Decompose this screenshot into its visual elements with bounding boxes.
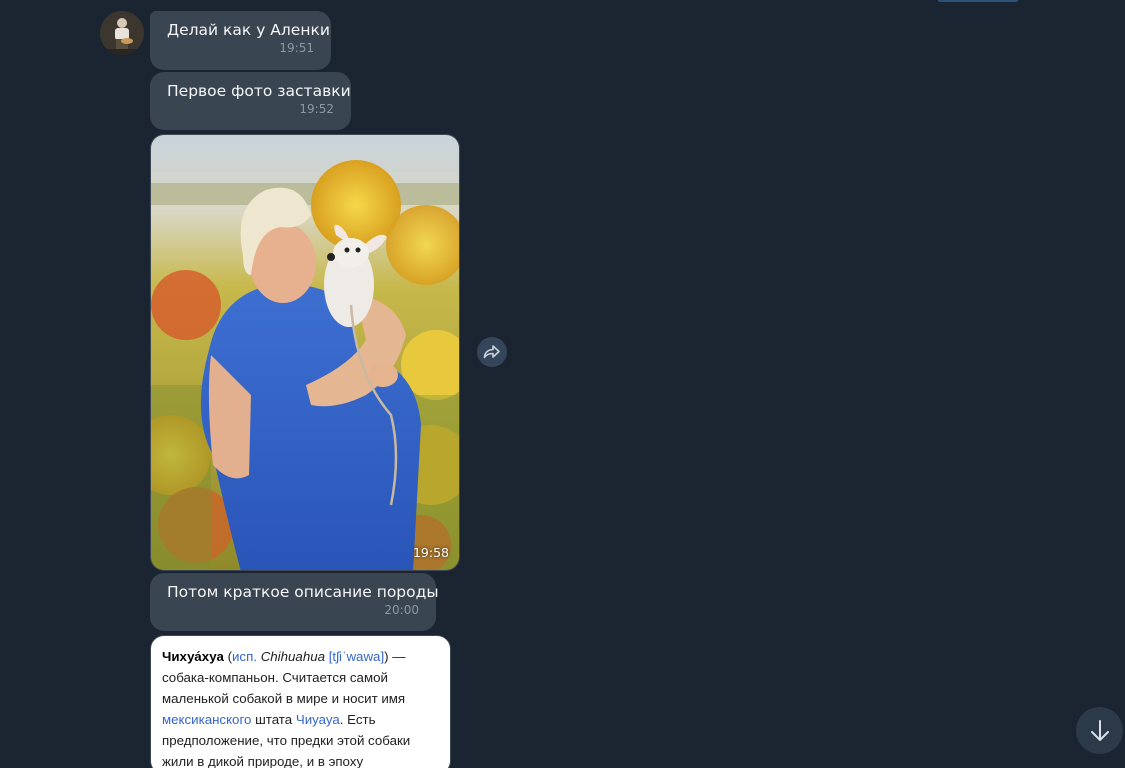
- message-time: 20:00: [384, 603, 419, 617]
- wiki-paren-close: ) —: [384, 649, 406, 664]
- wiki-text: штата: [251, 712, 296, 727]
- wiki-link-chihuahua-state: Чиуауа: [295, 712, 340, 727]
- top-message-edge: [938, 0, 1018, 2]
- wiki-text: собака-компаньон. Считается самой малень…: [162, 670, 406, 706]
- share-arrow-icon: [483, 345, 500, 359]
- message-text: Потом краткое описание породы: [167, 583, 439, 601]
- wiki-term: Чихуа́хуа: [162, 649, 224, 664]
- message-text: Делай как у Аленки: [167, 21, 330, 39]
- wiki-link-mexican: мексиканского: [162, 712, 252, 727]
- message-text: Первое фото заставки: [167, 82, 351, 100]
- arrow-down-icon: [1090, 719, 1109, 741]
- wiki-lang-link: исп.: [232, 649, 257, 664]
- message-time: 19:52: [299, 102, 334, 116]
- wiki-screenshot-message[interactable]: Чихуа́хуа (исп. Chihuahua [tʃiˈwawa]) — …: [150, 635, 451, 768]
- photo-message[interactable]: 19:58: [150, 134, 460, 571]
- wiki-latin-name: Chihuahua: [260, 649, 326, 664]
- chat-view: Делай как у Аленки 19:51 Первое фото зас…: [0, 0, 1125, 768]
- wiki-ipa-link: [tʃiˈwawa]: [328, 649, 385, 664]
- message-bubble[interactable]: Делай как у Аленки 19:51: [150, 11, 331, 70]
- sender-avatar[interactable]: [100, 11, 144, 55]
- photo-image: [151, 135, 459, 570]
- message-bubble[interactable]: Первое фото заставки 19:52: [150, 72, 351, 130]
- share-button[interactable]: [477, 337, 507, 367]
- photo-time: 19:58: [412, 545, 449, 560]
- scroll-to-bottom-button[interactable]: [1076, 707, 1123, 754]
- wiki-paren-open: (: [223, 649, 232, 664]
- message-time: 19:51: [279, 41, 314, 55]
- message-bubble[interactable]: Потом краткое описание породы 20:00: [150, 573, 439, 631]
